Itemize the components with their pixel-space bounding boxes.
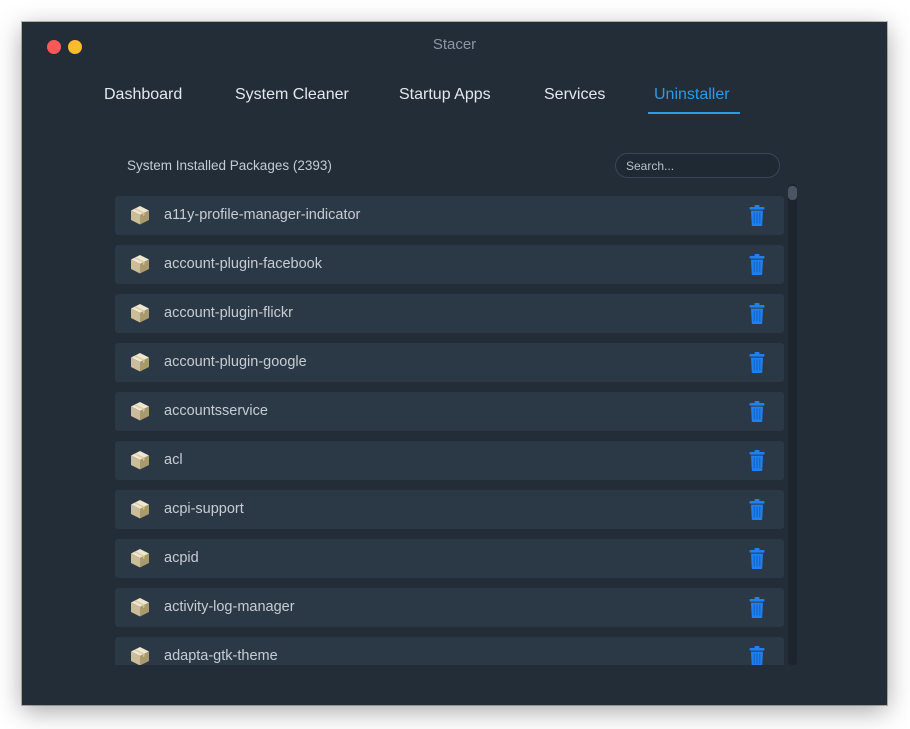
tab-dashboard[interactable]: Dashboard	[104, 84, 182, 106]
package-row[interactable]: account-plugin-google	[115, 343, 784, 382]
package-name: acpid	[164, 550, 199, 566]
package-search-input[interactable]	[615, 153, 780, 178]
uninstall-trash-icon[interactable]	[749, 254, 765, 275]
uninstall-trash-icon[interactable]	[749, 303, 765, 324]
package-box-icon	[130, 597, 150, 617]
tab-services[interactable]: Services	[544, 84, 605, 106]
package-box-icon	[130, 548, 150, 568]
uninstall-trash-icon[interactable]	[749, 205, 765, 226]
package-row[interactable]: adapta-gtk-theme	[115, 637, 784, 665]
tab-system-cleaner[interactable]: System Cleaner	[235, 84, 349, 106]
package-box-icon	[130, 646, 150, 665]
window-title: Stacer	[432, 36, 477, 53]
package-box-icon	[130, 352, 150, 372]
uninstall-trash-icon[interactable]	[749, 646, 765, 665]
package-row[interactable]: acpi-support	[115, 490, 784, 529]
package-name: a11y-profile-manager-indicator	[164, 207, 361, 223]
main-tabs: Dashboard System Cleaner Startup Apps Se…	[22, 84, 887, 116]
package-row[interactable]: acpid	[115, 539, 784, 578]
package-box-icon	[130, 205, 150, 225]
package-box-icon	[130, 254, 150, 274]
package-row[interactable]: a11y-profile-manager-indicator	[115, 196, 784, 235]
tab-uninstaller[interactable]: Uninstaller	[654, 84, 730, 106]
package-list: a11y-profile-manager-indicator account-pl…	[115, 196, 785, 665]
package-list-scrollbar[interactable]	[788, 184, 797, 665]
package-row[interactable]: accountsservice	[115, 392, 784, 431]
package-name: account-plugin-google	[164, 354, 307, 370]
package-name: account-plugin-facebook	[164, 256, 322, 272]
uninstall-trash-icon[interactable]	[749, 352, 765, 373]
uninstall-trash-icon[interactable]	[749, 597, 765, 618]
package-box-icon	[130, 450, 150, 470]
scrollbar-thumb[interactable]	[788, 186, 797, 200]
package-box-icon	[130, 303, 150, 323]
package-name: activity-log-manager	[164, 599, 295, 615]
package-row[interactable]: account-plugin-facebook	[115, 245, 784, 284]
installed-packages-heading: System Installed Packages (2393)	[127, 158, 332, 173]
tab-startup-apps[interactable]: Startup Apps	[399, 84, 491, 106]
package-row[interactable]: activity-log-manager	[115, 588, 784, 627]
package-box-icon	[130, 401, 150, 421]
package-box-icon	[130, 499, 150, 519]
stacer-window: Stacer Dashboard System Cleaner Startup …	[22, 22, 887, 705]
package-name: acpi-support	[164, 501, 244, 517]
uninstall-trash-icon[interactable]	[749, 450, 765, 471]
package-name: adapta-gtk-theme	[164, 648, 278, 664]
uninstall-trash-icon[interactable]	[749, 401, 765, 422]
package-name: acl	[164, 452, 183, 468]
package-row[interactable]: account-plugin-flickr	[115, 294, 784, 333]
uninstall-trash-icon[interactable]	[749, 548, 765, 569]
package-name: accountsservice	[164, 403, 268, 419]
active-tab-indicator	[648, 112, 740, 114]
package-name: account-plugin-flickr	[164, 305, 293, 321]
uninstall-trash-icon[interactable]	[749, 499, 765, 520]
package-row[interactable]: acl	[115, 441, 784, 480]
title-bar: Stacer	[22, 22, 887, 68]
